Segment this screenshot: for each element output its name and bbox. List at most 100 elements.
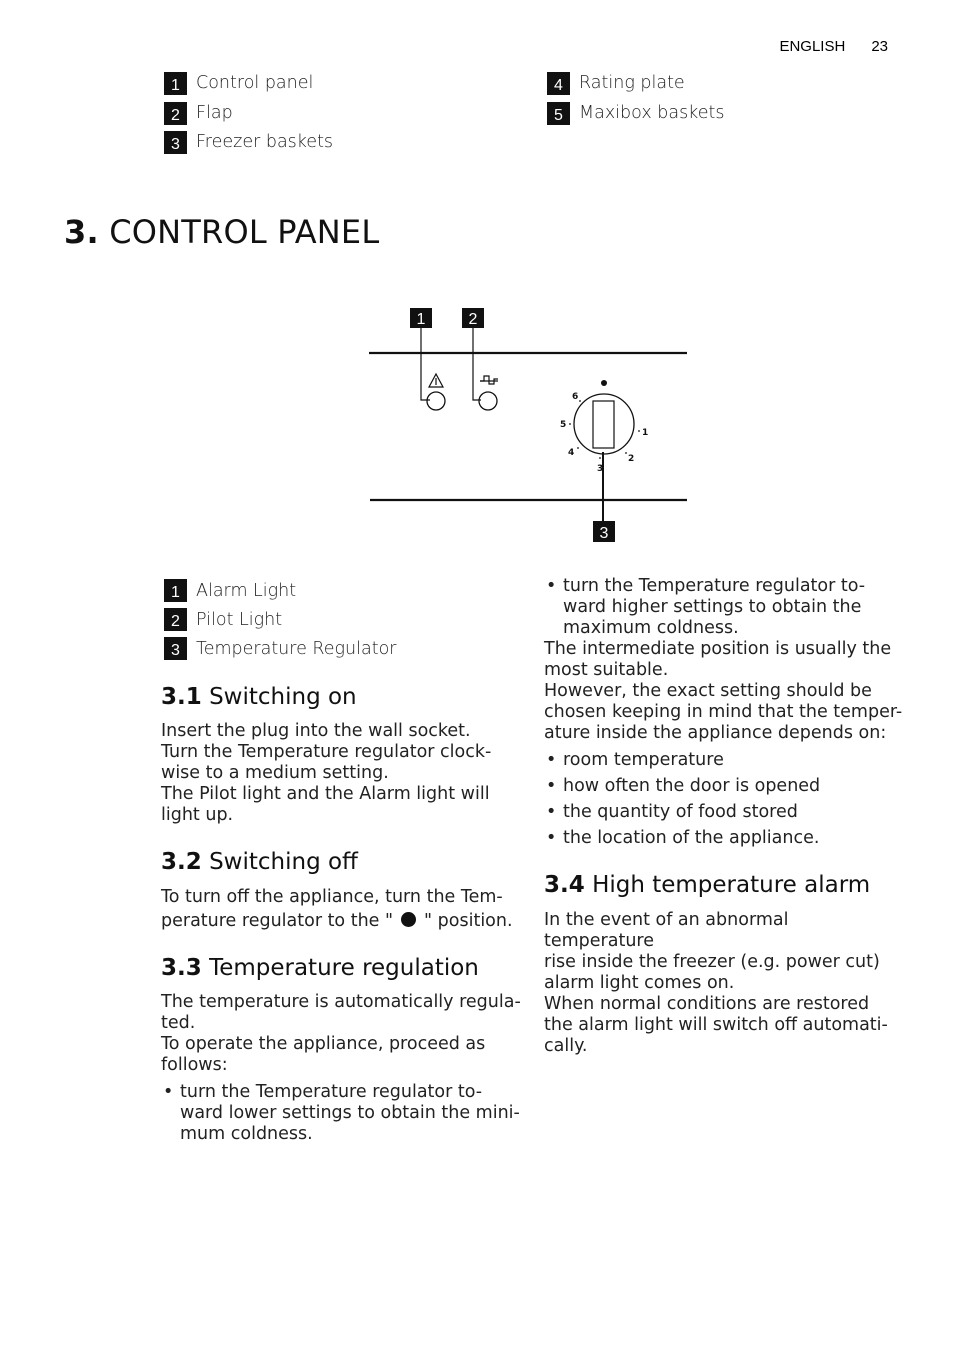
text-line: The temperature is automatically regula- — [161, 992, 521, 1012]
text-line: perature regulator to the " " position. — [161, 911, 521, 932]
dial-mark-5: 5 — [560, 420, 566, 430]
text-line: turn the Temperature regulator to- — [563, 576, 866, 596]
list-item: • the location of the appliance. — [544, 828, 904, 849]
legend-label: Alarm Light — [196, 580, 297, 601]
alarm-light-lamp — [426, 391, 446, 411]
off-dot-icon — [601, 380, 607, 386]
number-badge: 2 — [164, 608, 187, 631]
regulation-bullet-list-continued: • turn the Temperature regulator to- war… — [544, 576, 904, 639]
list-item-text: room temperature — [563, 750, 724, 770]
list-item-text: the quantity of food stored — [563, 802, 798, 822]
list-item: • the quantity of food stored — [544, 802, 904, 823]
parts-legend-item: 2 Flap — [164, 101, 233, 125]
text-line: follows: — [161, 1055, 228, 1075]
control-panel-diagram: 1 2 1 2 3 4 5 6 3 — [369, 308, 687, 542]
regulation-bullet-list: • turn the Temperature regulator to- war… — [161, 1082, 521, 1145]
chapter-title-text: CONTROL PANEL — [109, 213, 380, 251]
list-item: • how often the door is opened — [544, 776, 904, 797]
section-number: 3.1 — [161, 684, 202, 710]
bullet-icon: • — [546, 750, 557, 770]
panel-legend-item: 2 Pilot Light — [164, 605, 521, 634]
text-line: alarm light comes on. — [544, 973, 735, 993]
switching-off-text: To turn off the appliance, turn the Tem-… — [161, 887, 521, 932]
parts-legend-item: 4 Rating plate — [547, 71, 685, 95]
temperature-regulator-dial: 1 2 3 4 5 6 — [560, 380, 648, 474]
language-label: ENGLISH — [779, 38, 846, 55]
section-heading-switching-on: 3.1 Switching on — [161, 683, 521, 711]
text-line: chosen keeping in mind that the temper- — [544, 702, 903, 722]
legend-label: Flap — [196, 103, 233, 123]
text-line: wise to a medium setting. — [161, 763, 389, 783]
text-line: ward higher settings to obtain the — [563, 597, 862, 617]
text-line: ward lower settings to obtain the mini- — [180, 1103, 520, 1123]
switching-on-text: Insert the plug into the wall socket. Tu… — [161, 721, 521, 826]
dial-mark-6: 6 — [572, 392, 578, 402]
number-badge: 1 — [164, 579, 187, 602]
pilot-light — [478, 375, 498, 411]
text-fragment: perature regulator to the " — [161, 911, 394, 931]
bullet-icon: • — [546, 828, 557, 848]
parts-legend-item: 5 Maxibox baskets — [547, 101, 724, 125]
legend-label: Pilot Light — [196, 609, 283, 630]
pilot-light-lamp — [478, 391, 498, 411]
text-line: turn the Temperature regulator to- — [180, 1082, 483, 1102]
page-number: 23 — [871, 38, 888, 55]
left-column: 1 Alarm Light 2 Pilot Light 3 Temperatur… — [161, 576, 521, 1145]
number-badge: 1 — [164, 71, 187, 95]
regulation-notes: The intermediate position is usually the… — [544, 639, 904, 744]
panel-legend-item: 1 Alarm Light — [164, 576, 521, 605]
callout-label: 3 — [600, 525, 609, 542]
plug-icon — [480, 375, 498, 385]
section-title: High temperature alarm — [592, 872, 871, 898]
dial-mark-2: 2 — [628, 454, 634, 464]
text-line: However, the exact setting should be — [544, 681, 872, 701]
list-item-text: the location of the appliance. — [563, 828, 820, 848]
legend-label: Maxibox baskets — [579, 103, 725, 123]
dial-mark-4: 4 — [568, 448, 574, 458]
chapter-title: 3. CONTROL PANEL — [64, 213, 379, 251]
panel-legend: 1 Alarm Light 2 Pilot Light 3 Temperatur… — [164, 576, 521, 663]
high-temperature-alarm-text: In the event of an abnormal temperature … — [544, 910, 904, 1057]
section-heading-high-temperature-alarm: 3.4 High temperature alarm — [544, 871, 904, 899]
dial-mark-1: 1 — [642, 428, 648, 438]
bullet-icon: • — [163, 1082, 174, 1102]
text-fragment: " position. — [424, 911, 513, 931]
text-line: To turn off the appliance, turn the Tem- — [161, 887, 503, 907]
section-number: 3.2 — [161, 849, 202, 875]
legend-label: Freezer baskets — [196, 132, 334, 152]
page-header: ENGLISH 23 — [779, 38, 888, 55]
section-title: Temperature regulation — [209, 955, 479, 981]
callout-label: 2 — [469, 311, 478, 328]
text-line: Insert the plug into the wall socket. — [161, 721, 471, 741]
list-item-text: how often the door is opened — [563, 776, 821, 796]
section-number: 3.4 — [544, 872, 585, 898]
bullet-icon: • — [546, 802, 557, 822]
text-line: ature inside the appliance depends on: — [544, 723, 887, 743]
text-line: mum coldness. — [180, 1124, 313, 1144]
text-line: rise inside the freezer (e.g. power cut) — [544, 952, 880, 972]
text-line: most suitable. — [544, 660, 669, 680]
text-line: the alarm light will switch off automati… — [544, 1015, 888, 1035]
bullet-icon: • — [546, 776, 557, 796]
warning-triangle-icon — [427, 372, 445, 388]
panel-legend-item: 3 Temperature Regulator — [164, 634, 521, 663]
factors-list: • room temperature • how often the door … — [544, 750, 904, 849]
legend-label: Control panel — [196, 73, 314, 93]
number-badge: 2 — [164, 101, 187, 125]
list-item: • turn the Temperature regulator to- war… — [161, 1082, 521, 1145]
bullet-icon: • — [546, 576, 557, 596]
text-line: maximum coldness. — [563, 618, 739, 638]
text-line: ted. — [161, 1013, 196, 1033]
list-item: • turn the Temperature regulator to- war… — [544, 576, 904, 639]
text-line: To operate the appliance, proceed as — [161, 1034, 486, 1054]
number-badge: 3 — [164, 130, 187, 154]
text-line: When normal conditions are restored — [544, 994, 870, 1014]
parts-legend-item: 3 Freezer baskets — [164, 130, 333, 154]
section-heading-temperature-regulation: 3.3 Temperature regulation — [161, 954, 521, 982]
list-item: • room temperature — [544, 750, 904, 771]
number-badge: 5 — [547, 101, 570, 125]
section-title: Switching on — [209, 684, 357, 710]
text-line: light up. — [161, 805, 234, 825]
off-dot-icon — [401, 912, 417, 927]
right-column: • turn the Temperature regulator to- war… — [544, 576, 904, 1057]
